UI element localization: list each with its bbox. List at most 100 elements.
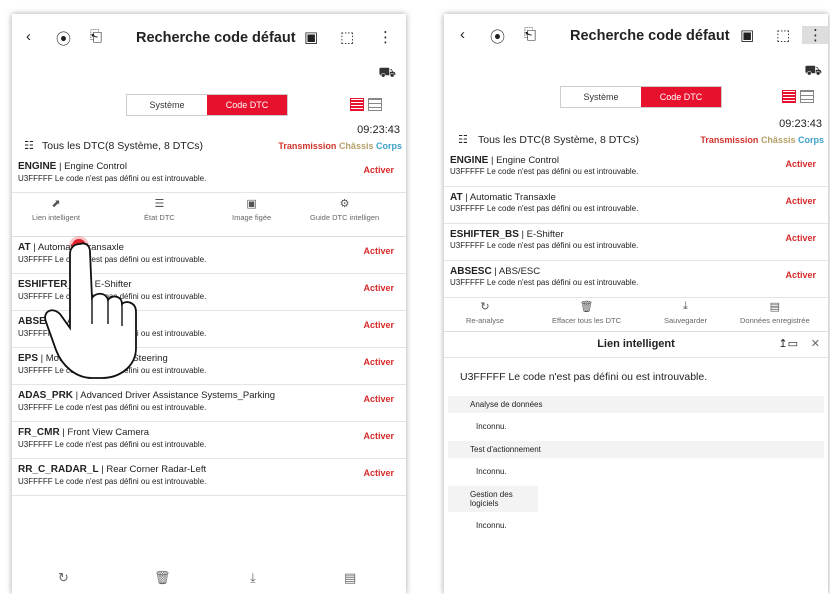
tag-corps[interactable]: Corps xyxy=(798,135,824,145)
dtc-row[interactable]: RR_C_RADAR_L | Rear Corner Radar-Left U3F… xyxy=(12,459,406,496)
dtc-code: ABSESC xyxy=(450,266,492,277)
tag-corps[interactable]: Corps xyxy=(376,141,402,151)
dtc-count: Tous les DTC(8 Système, 8 DTCs) xyxy=(478,134,640,146)
dtc-code: AT xyxy=(450,192,463,203)
car-settings-icon[interactable]: ⛟ xyxy=(804,62,822,81)
dtc-action-row: ⬈ Lien intelligent ☰ État DTC ▣ Image figée ⚙ G… xyxy=(12,193,406,237)
vci-icon[interactable]: ▣ xyxy=(740,26,754,44)
dtc-system: ABS/ESC xyxy=(498,266,541,277)
view-toggle xyxy=(350,98,382,111)
tag-transmission[interactable]: Transmission xyxy=(278,141,336,151)
dtc-name: ENGINE | Engine Control xyxy=(450,155,559,166)
activate-button[interactable]: Activer xyxy=(363,468,394,478)
activate-button[interactable]: Activer xyxy=(363,165,394,175)
activate-button[interactable]: Activer xyxy=(785,270,816,280)
dtc-code: ADAS_PRK xyxy=(18,390,74,401)
smart-link-sections: Analyse de données Inconnu. Test d'actionn… xyxy=(444,396,828,540)
activate-button[interactable]: Activer xyxy=(363,357,394,367)
dtc-system: Engine Control xyxy=(64,161,127,172)
vehicle-scan-icon[interactable]: ⦿ xyxy=(490,26,505,47)
app-bar: ‹ ⦿ ⎗ Recherche code défaut ▣ ⬚ ⋮ xyxy=(12,14,406,64)
tag-chassis[interactable]: Châssis xyxy=(761,135,796,145)
tab-dtc[interactable]: Code DTC xyxy=(207,95,287,115)
reanalyse-button[interactable]: ↻ Re-analyse xyxy=(466,300,504,325)
dtc-row[interactable]: FR_CMR | Front View Camera U3FFFFF Le cod… xyxy=(12,422,406,459)
activate-button[interactable]: Activer xyxy=(785,233,816,243)
download-icon: ⤓ xyxy=(683,300,688,312)
list-view-icon[interactable] xyxy=(350,98,364,111)
page-title: Recherche code défaut xyxy=(136,30,296,46)
vehicle-scan-icon[interactable]: ⦿ xyxy=(56,28,71,49)
back-icon[interactable]: ‹ xyxy=(26,28,31,45)
dtc-name: RR_C_RADAR_L | Rear Corner Radar-Left xyxy=(18,464,207,475)
freeze-frame-button[interactable]: ▣ Image figée xyxy=(232,197,271,222)
connector-icon[interactable]: ⎗ xyxy=(90,28,102,45)
dtc-row[interactable]: AT | Automatic Transaxle U3FFFFF Le code … xyxy=(444,187,828,224)
dtc-code: FR_CMR xyxy=(18,427,60,438)
dtc-code: ENGINE xyxy=(18,161,57,172)
clear-all-button[interactable]: 🗑︎ Effacer tous les DTC xyxy=(552,300,621,325)
close-icon[interactable]: ✕ xyxy=(811,337,820,350)
back-icon[interactable]: ‹ xyxy=(460,26,465,43)
dtc-row[interactable]: ENGINE | Engine Control U3FFFFF Le code n… xyxy=(12,156,406,193)
dtc-system: Front View Camera xyxy=(67,427,150,438)
more-vertical-icon[interactable]: ⋮ xyxy=(378,28,393,46)
view-segment: Système Code DTC xyxy=(560,86,722,108)
smart-link-button[interactable]: ⬈ Lien intelligent xyxy=(32,197,80,222)
timestamp: 09:23:43 xyxy=(779,118,822,130)
filter-icon[interactable]: ☷ xyxy=(24,139,34,152)
expand-icon[interactable]: ↥▭ xyxy=(778,337,798,350)
reanalyse-icon[interactable]: ↻ xyxy=(58,570,69,586)
dtc-row[interactable]: ENGINE | Engine Control U3FFFFF Le code n… xyxy=(444,150,828,187)
activate-button[interactable]: Activer xyxy=(363,394,394,404)
more-vertical-icon[interactable]: ⋮ xyxy=(802,26,828,44)
save-button[interactable]: ⤓ Sauvegarder xyxy=(664,300,707,325)
activate-button[interactable]: Activer xyxy=(363,320,394,330)
reanalyse-icon: ↻ xyxy=(480,301,490,313)
compact-view-icon[interactable] xyxy=(800,90,814,103)
activate-button[interactable]: Activer xyxy=(785,159,816,169)
smart-link-section-label: Gestion des logiciels xyxy=(448,486,538,512)
activate-button[interactable]: Activer xyxy=(363,431,394,441)
smart-guide-button[interactable]: ⚙ Guide DTC intelligen xyxy=(310,197,379,222)
trash-icon[interactable]: 🗑︎ xyxy=(154,570,171,586)
tab-system[interactable]: Système xyxy=(127,95,207,115)
smart-link-section-value: Inconnu. xyxy=(476,422,507,431)
dtc-code: EPS xyxy=(18,353,39,364)
trash-icon: 🗑︎ xyxy=(579,301,594,313)
compact-view-icon[interactable] xyxy=(368,98,382,111)
dtc-system: Engine Control xyxy=(496,155,559,166)
dtc-name: FR_CMR | Front View Camera xyxy=(18,427,150,438)
filter-icon[interactable]: ☷ xyxy=(458,133,468,146)
dtc-row[interactable]: ESHIFTER_BS | E-ShifterU3FFFFF Le code n… xyxy=(444,224,828,261)
activate-button[interactable]: Activer xyxy=(785,196,816,206)
dtc-description: U3FFFFF Le code n'est pas défini ou est … xyxy=(450,278,639,287)
dtc-state-button[interactable]: ☰ État DTC xyxy=(144,197,175,222)
folder-icon[interactable]: ▤ xyxy=(344,570,356,586)
tag-transmission[interactable]: Transmission xyxy=(700,135,758,145)
screenshot-icon[interactable]: ⬚ xyxy=(776,26,790,44)
dtc-row[interactable]: ADAS_PRK | Advanced Driver Assistance Sy… xyxy=(12,385,406,422)
dtc-row[interactable]: ABSESC | ABS/ESCU3FFFFF Le code n'est pa… xyxy=(444,261,828,298)
tab-system[interactable]: Système xyxy=(561,87,641,107)
dtc-name: ABSESC | ABS/ESC xyxy=(450,266,541,277)
dtc-code: RR_C_RADAR_L xyxy=(18,464,99,475)
activate-button[interactable]: Activer xyxy=(363,283,394,293)
activate-button[interactable]: Activer xyxy=(363,246,394,256)
dtc-description: U3FFFFF Le code n'est pas défini ou est … xyxy=(18,440,207,449)
download-icon[interactable]: ⤓ xyxy=(250,570,256,586)
dtc-system: Advanced Driver Assistance Systems_Parki… xyxy=(80,390,276,401)
connector-icon[interactable]: ⎗ xyxy=(524,26,536,43)
saved-data-button[interactable]: ▤ Données enregistrée xyxy=(740,300,810,325)
vci-icon[interactable]: ▣ xyxy=(304,28,318,46)
dtc-system: Rear Corner Radar-Left xyxy=(106,464,207,475)
dtc-description: U3FFFFF Le code n'est pas défini ou est … xyxy=(18,174,207,183)
share-icon: ⬈ xyxy=(51,198,61,210)
tab-dtc[interactable]: Code DTC xyxy=(641,87,721,107)
screenshot-icon[interactable]: ⬚ xyxy=(340,28,354,46)
car-settings-icon[interactable]: ⛟ xyxy=(378,64,396,83)
dtc-list: ENGINE | Engine Control U3FFFFF Le code n… xyxy=(444,150,828,298)
tag-chassis[interactable]: Châssis xyxy=(339,141,374,151)
smart-link-section-value: Inconnu. xyxy=(476,521,507,530)
list-view-icon[interactable] xyxy=(782,90,796,103)
